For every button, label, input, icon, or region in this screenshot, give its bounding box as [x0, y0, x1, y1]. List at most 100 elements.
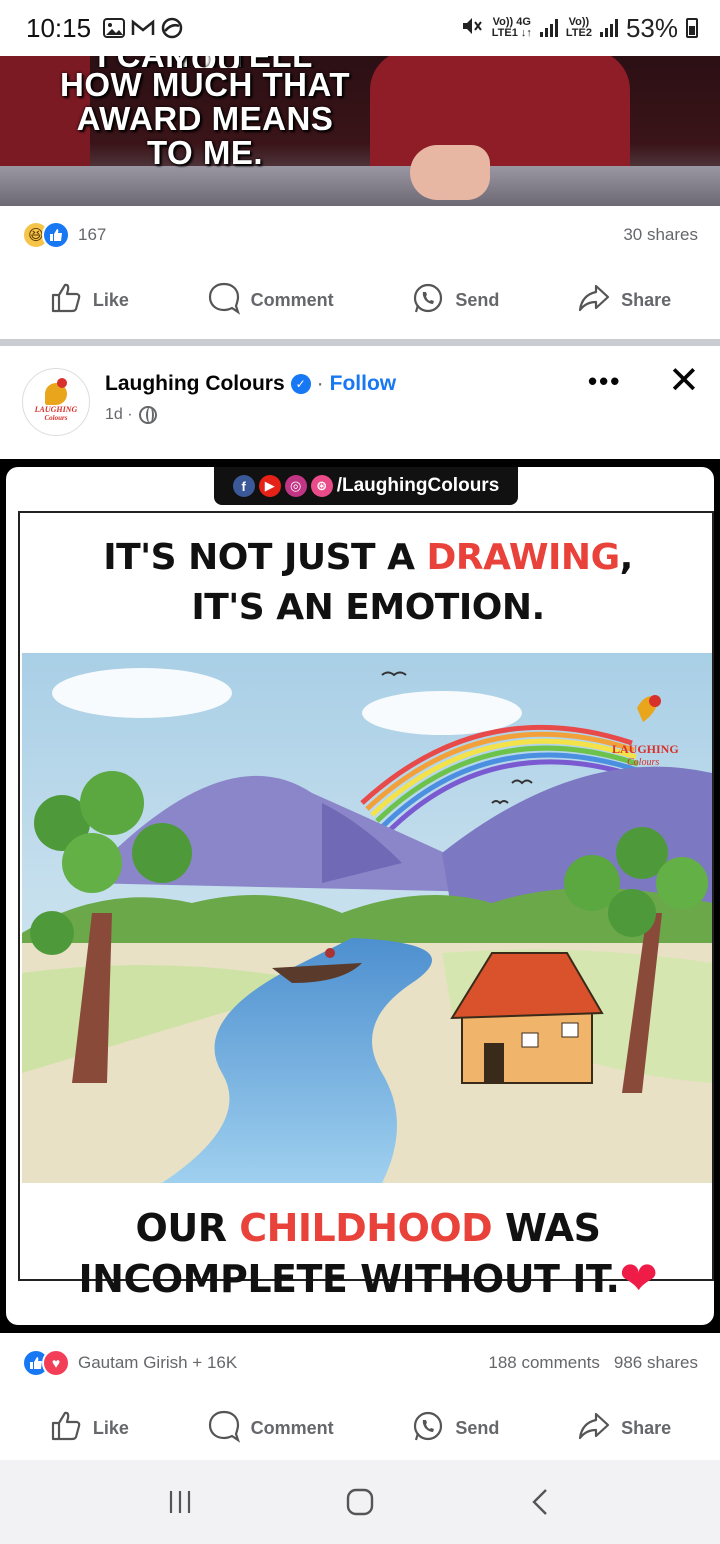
image-frame: IT'S NOT JUST A DRAWING, IT'S AN EMOTION… — [18, 511, 714, 1303]
post-actions: Like Comment Send Share — [0, 1398, 720, 1458]
close-post-button[interactable]: ✕ — [668, 362, 700, 400]
shares-count[interactable]: 30 shares — [623, 225, 698, 245]
thumbs-up-icon — [49, 1409, 83, 1448]
post-timestamp: 1d · — [105, 406, 157, 424]
share-label: Share — [621, 1417, 672, 1438]
headline-highlight: DRAWING — [426, 537, 620, 578]
whatsapp-icon — [411, 281, 445, 320]
landscape-drawing: LAUGHING Colours — [22, 653, 712, 1183]
heart-icon: ❤ — [619, 1251, 658, 1305]
timestamp-text[interactable]: 1d · — [105, 406, 133, 424]
home-button[interactable] — [340, 1482, 380, 1522]
previous-post-actions: Like Comment Send Share — [0, 270, 720, 330]
send-button[interactable]: Send — [411, 281, 499, 320]
dribbble-icon: ⊛ — [310, 475, 333, 497]
headline-comma: , — [619, 537, 634, 578]
sim1-lte-label: LTE1 — [491, 27, 518, 39]
sim2-indicator: Vo)) LTE2 — [566, 17, 592, 39]
back-button[interactable] — [520, 1482, 560, 1522]
social-handle-banner: f ▶ ◎ ⊛ /LaughingColours — [214, 467, 518, 505]
comment-bubble-icon — [207, 281, 241, 320]
sim1-indicator: Vo)) 4G LTE1 ↓↑ — [491, 16, 532, 39]
previous-post-caption: I CAN'T TELL YOU HOW MUCH THAT AWARD MEA… — [60, 54, 350, 170]
sim1-network-label: 4G — [516, 16, 531, 28]
comment-label: Comment — [250, 1417, 334, 1438]
previous-post-meta: 😆 167 30 shares — [0, 218, 720, 252]
watermark-text: LAUGHING — [612, 742, 679, 756]
whatsapp-icon — [411, 1409, 445, 1448]
status-bar: 10:15 Vo)) 4G LTE1 ↓↑ Vo)) LTE2 53% — [0, 0, 720, 56]
system-icons: Vo)) 4G LTE1 ↓↑ Vo)) LTE2 53% — [460, 13, 698, 44]
share-button[interactable]: Share — [577, 281, 671, 320]
image-hand — [410, 145, 490, 200]
page-name[interactable]: Laughing Colours — [105, 372, 285, 396]
like-label: Like — [92, 1417, 129, 1438]
reactors-text[interactable]: Gautam Girish + 16K — [78, 1353, 237, 1373]
post-meta: ♥ Gautam Girish + 16K 188 comments 986 s… — [0, 1346, 720, 1380]
avatar-logo-text: LAUGHING — [34, 404, 78, 414]
more-options-button[interactable]: ••• — [588, 366, 621, 397]
facebook-icon: f — [232, 475, 255, 497]
previous-post-image[interactable]: I CAN'T TELL YOU HOW MUCH THAT AWARD MEA… — [0, 50, 720, 206]
bottom-part-1: OUR — [135, 1206, 240, 1250]
reaction-count[interactable]: 167 — [78, 225, 106, 245]
notification-icons — [103, 17, 183, 39]
share-label: Share — [621, 289, 672, 310]
verified-badge-icon: ✓ — [290, 374, 311, 394]
comment-button[interactable]: Comment — [207, 1409, 334, 1448]
comment-bubble-icon — [207, 1409, 241, 1448]
recent-apps-icon — [169, 1491, 191, 1513]
post-divider — [0, 339, 720, 346]
gmail-icon — [131, 19, 155, 37]
comment-label: Comment — [250, 289, 334, 310]
globe-icon — [138, 406, 157, 424]
follow-button[interactable]: Follow — [330, 372, 397, 396]
home-icon — [346, 1488, 374, 1516]
post-header: LAUGHING Colours Laughing Colours ✓ · Fo… — [0, 346, 720, 458]
page-avatar[interactable]: LAUGHING Colours — [22, 368, 90, 436]
caption-text: HOW MUCH THAT AWARD MEANS TO ME. — [60, 66, 350, 171]
recent-apps-button[interactable] — [160, 1482, 200, 1522]
headline-line-2: IT'S AN EMOTION. — [191, 587, 545, 628]
back-arrow-icon — [532, 1489, 547, 1515]
send-button[interactable]: Send — [411, 1409, 499, 1448]
image-desk — [0, 166, 720, 206]
send-label: Send — [455, 1417, 500, 1438]
clock: 10:15 — [26, 12, 92, 43]
comment-button[interactable]: Comment — [207, 281, 334, 320]
reaction-summary[interactable]: 😆 — [22, 221, 70, 249]
social-handle: /LaughingColours — [336, 475, 500, 496]
logo-bird-icon — [45, 377, 67, 405]
signal-bars-1-icon — [539, 19, 558, 37]
image-bottom-text: OUR CHILDHOOD WAS INCOMPLETE WITHOUT IT.… — [20, 1203, 716, 1304]
send-label: Send — [455, 289, 500, 310]
avatar-logo-subtext: Colours — [44, 413, 68, 422]
bottom-part-3: WAS — [492, 1206, 601, 1250]
watermark-subtext: Colours — [627, 757, 659, 768]
sim2-lte-label: LTE2 — [565, 27, 592, 39]
share-arrow-icon — [577, 1409, 611, 1448]
chrome-like-icon — [161, 17, 183, 39]
love-reaction-icon: ♥ — [42, 1349, 70, 1377]
mute-icon — [460, 15, 484, 42]
image-card: f ▶ ◎ ⊛ /LaughingColours IT'S NOT JUST A… — [6, 467, 714, 1325]
battery-percent: 53% — [625, 12, 678, 43]
separator-dot: · — [316, 372, 324, 395]
system-nav-bar — [0, 1460, 720, 1544]
like-button[interactable]: Like — [49, 281, 129, 320]
share-button[interactable]: Share — [577, 1409, 671, 1448]
bottom-line-2: INCOMPLETE WITHOUT IT. — [78, 1257, 620, 1301]
like-button[interactable]: Like — [49, 1409, 129, 1448]
like-reaction-icon — [42, 221, 70, 249]
like-label: Like — [92, 289, 129, 310]
thumbs-up-icon — [49, 281, 83, 320]
comments-count[interactable]: 188 comments — [488, 1353, 600, 1373]
battery-icon — [686, 18, 698, 38]
instagram-icon: ◎ — [284, 475, 307, 497]
signal-bars-2-icon — [599, 19, 618, 37]
post-image[interactable]: f ▶ ◎ ⊛ /LaughingColours IT'S NOT JUST A… — [0, 459, 720, 1333]
headline-part-1: IT'S NOT JUST A — [103, 537, 427, 578]
post-shares-count[interactable]: 986 shares — [614, 1353, 698, 1373]
post-reaction-summary[interactable]: ♥ — [22, 1349, 70, 1377]
page-name-row: Laughing Colours ✓ · Follow — [105, 372, 396, 396]
